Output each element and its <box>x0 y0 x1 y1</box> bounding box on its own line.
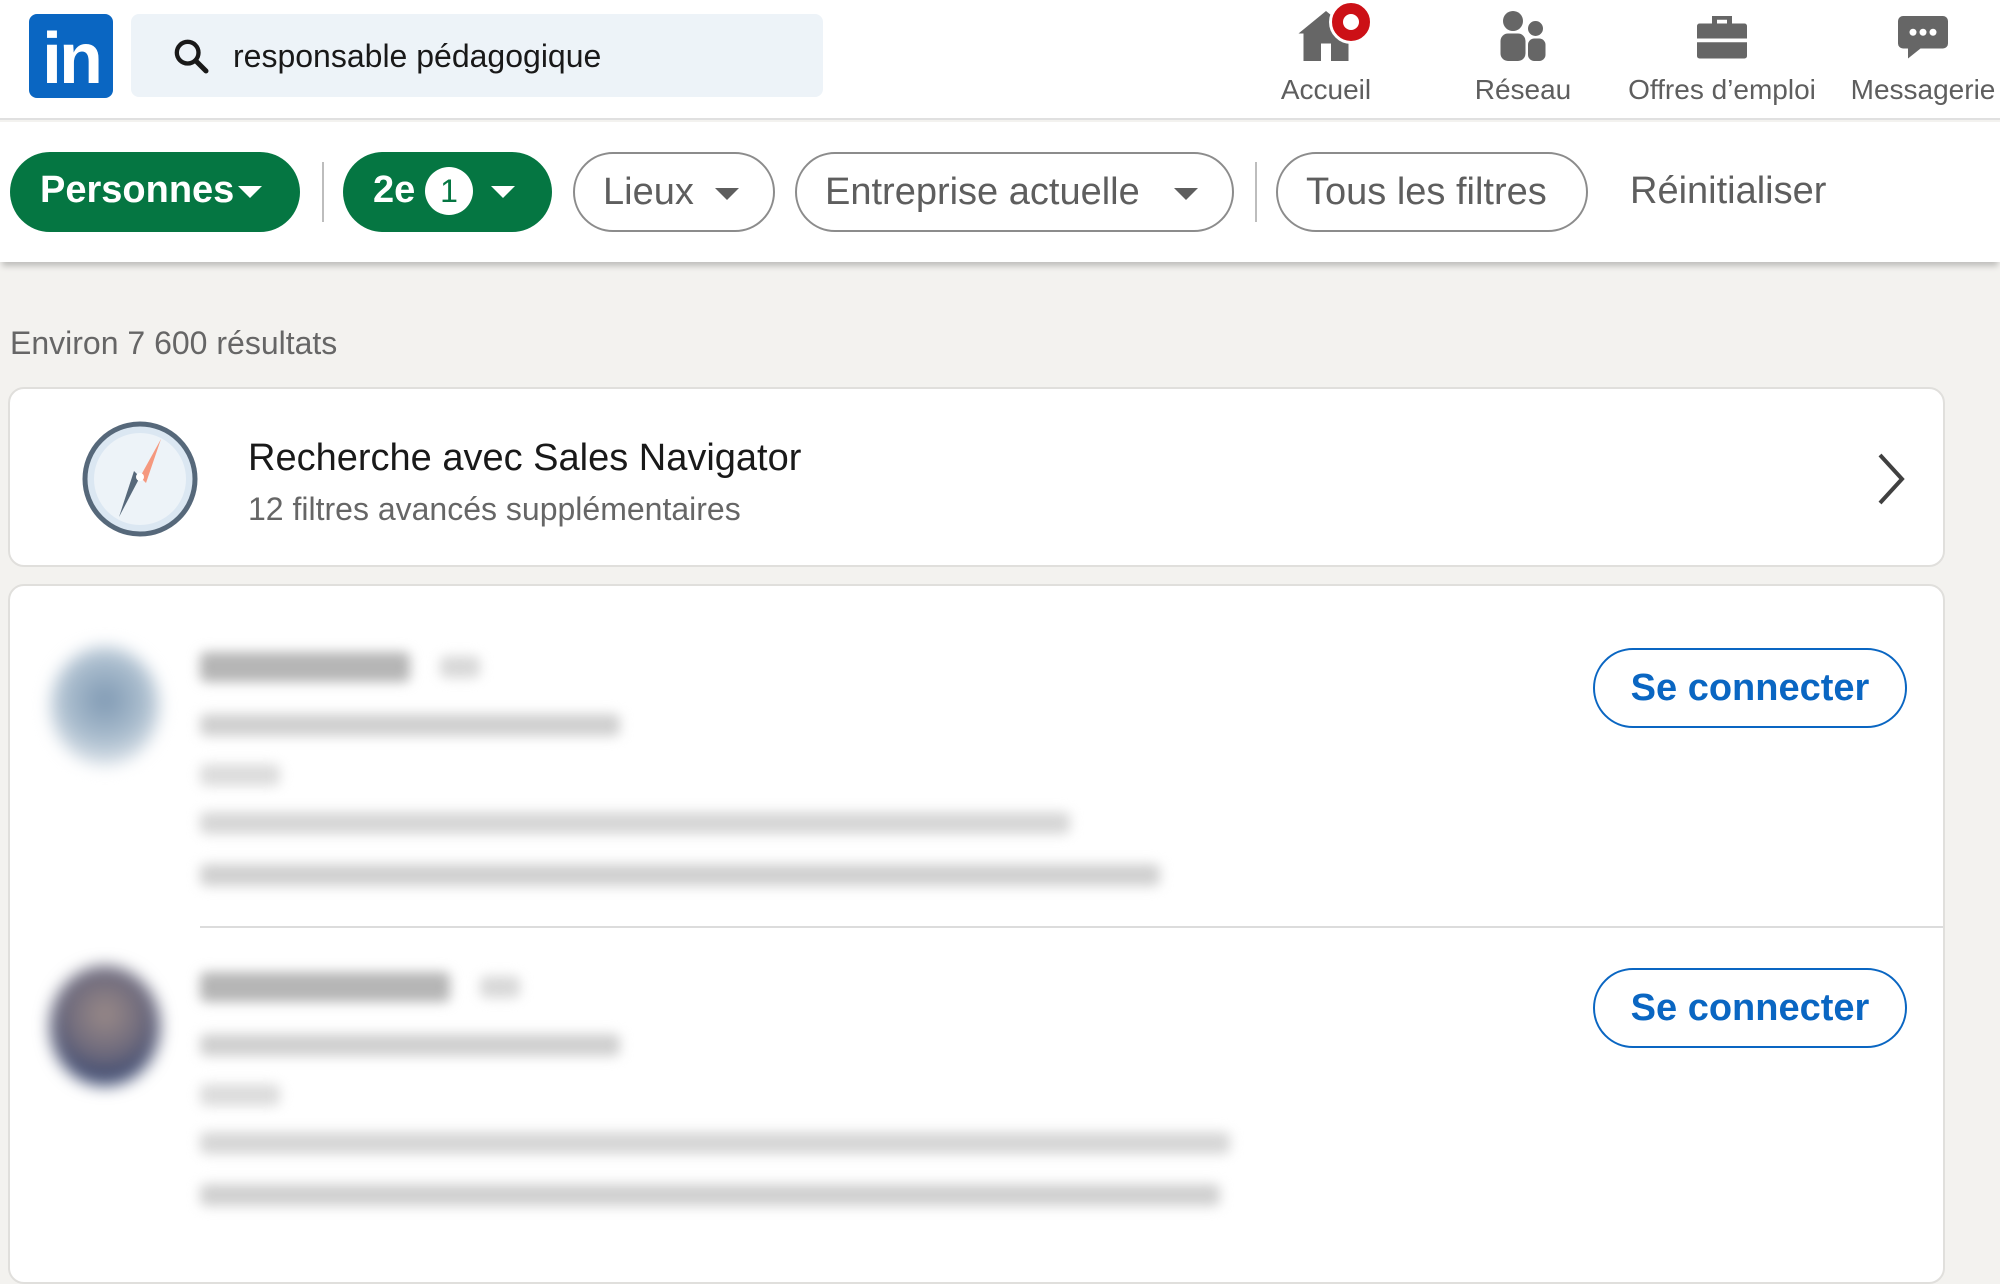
degree-filter-label: 2e <box>373 169 416 211</box>
sales-navigator-card[interactable]: Recherche avec Sales Navigator 12 filtre… <box>8 387 1945 567</box>
current-company-filter-label: Entreprise actuelle <box>825 171 1140 213</box>
reset-filters-button[interactable]: Réinitialiser <box>1630 152 1826 232</box>
location-filter-label: Lieux <box>603 171 694 213</box>
chevron-down-icon <box>491 186 515 198</box>
messaging-icon <box>1898 16 1948 59</box>
network-icon <box>1500 11 1546 61</box>
blurred-location <box>200 764 280 786</box>
blurred-mutual-connections <box>200 864 1160 886</box>
connect-button[interactable]: Se connecter <box>1593 968 1907 1048</box>
connect-button[interactable]: Se connecter <box>1593 648 1907 728</box>
top-navigation: in Accueil Réseau Offres d’emploi <box>0 0 2000 120</box>
list-item[interactable]: Se connecter <box>10 926 1943 1246</box>
nav-item-messaging[interactable]: Messagerie <box>1848 6 1998 114</box>
chevron-down-icon <box>1174 188 1198 200</box>
linkedin-logo[interactable]: in <box>29 14 113 99</box>
notification-badge <box>1329 0 1373 44</box>
sales-navigator-subtitle: 12 filtres avancés supplémentaires <box>248 491 741 527</box>
current-company-filter-button[interactable]: Entreprise actuelle <box>795 152 1234 232</box>
blurred-degree <box>440 656 480 678</box>
divider <box>1255 162 1257 222</box>
nav-item-label: Accueil <box>1280 74 1372 105</box>
list-item[interactable]: Se connecter <box>10 586 1943 906</box>
nav-item-label: Réseau <box>1474 74 1572 105</box>
compass-icon <box>82 421 198 537</box>
results-count: Environ 7 600 résultats <box>10 325 338 361</box>
blurred-name <box>200 972 450 1002</box>
avatar[interactable] <box>50 966 160 1086</box>
chevron-right-icon <box>1878 453 1905 505</box>
chevron-down-icon <box>238 186 262 198</box>
location-filter-button[interactable]: Lieux <box>573 152 775 232</box>
search-input[interactable] <box>231 24 795 88</box>
filter-bar: Personnes 2e 1 Lieux Entreprise actuelle… <box>0 122 2000 262</box>
search-results-list: Se connecter Se connecter <box>8 584 1945 1284</box>
people-filter-button[interactable]: Personnes <box>10 152 300 232</box>
blurred-mutual-connections <box>200 1184 1220 1206</box>
connection-degree-filter-button[interactable]: 2e 1 <box>343 152 552 232</box>
blurred-summary <box>200 1132 1230 1154</box>
people-filter-label: Personnes <box>40 169 235 211</box>
all-filters-label: Tous les filtres <box>1306 171 1547 213</box>
briefcase-icon <box>1697 16 1747 59</box>
nav-item-label: Offres d’emploi <box>1628 74 1816 105</box>
sales-navigator-title: Recherche avec Sales Navigator <box>248 437 802 479</box>
nav-item-network[interactable]: Réseau <box>1470 6 1576 114</box>
nav-item-label: Messagerie <box>1850 74 1996 105</box>
filter-count-badge: 1 <box>425 167 473 215</box>
avatar[interactable] <box>50 646 160 766</box>
blurred-summary <box>200 812 1070 834</box>
search-icon <box>174 39 209 74</box>
blurred-name <box>200 652 410 682</box>
blurred-headline <box>200 1034 620 1056</box>
nav-item-jobs[interactable]: Offres d’emploi <box>1620 6 1824 114</box>
search-bar[interactable] <box>131 14 823 97</box>
divider <box>322 162 324 222</box>
blurred-degree <box>480 976 520 998</box>
blurred-headline <box>200 714 620 736</box>
chevron-down-icon <box>715 188 739 200</box>
all-filters-button[interactable]: Tous les filtres <box>1276 152 1588 232</box>
blurred-location <box>200 1084 280 1106</box>
